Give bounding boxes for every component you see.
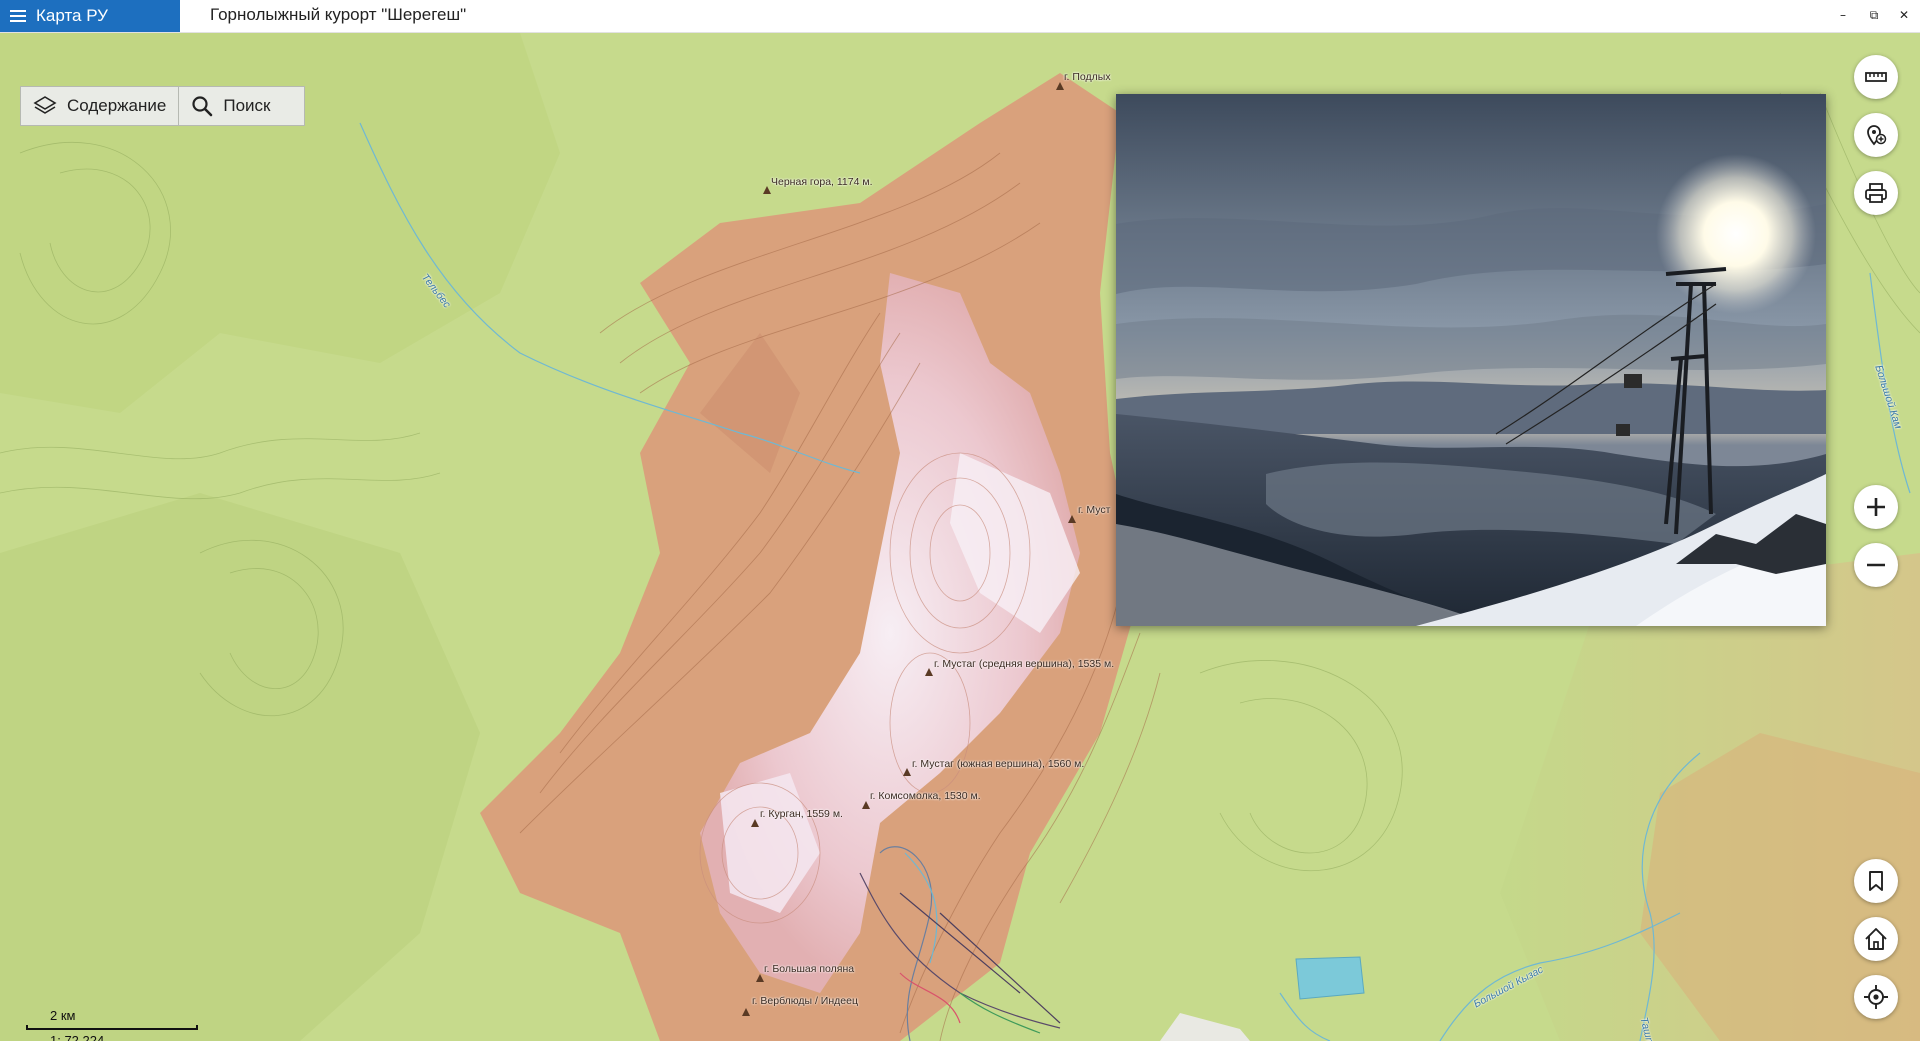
- app-name: Карта РУ: [36, 6, 108, 25]
- zoom-in-button[interactable]: [1854, 485, 1898, 529]
- scale-ratio: 1: 72,224: [50, 1033, 105, 1041]
- peak-marker: [862, 801, 870, 809]
- measure-button[interactable]: [1854, 55, 1898, 99]
- landscape-photo: [1116, 94, 1826, 626]
- home-button[interactable]: [1854, 917, 1898, 961]
- close-button[interactable]: ✕: [1893, 4, 1915, 26]
- locate-button[interactable]: [1854, 975, 1898, 1019]
- peak-marker: [1068, 515, 1076, 523]
- peak-label: г. Мустаг (южная вершина), 1560 м.: [912, 758, 1085, 770]
- map-view[interactable]: г. Подлых Черная гора, 1174 м. г. Муст г…: [0, 33, 1920, 1041]
- peak-label: г. Мустаг (средняя вершина), 1535 м.: [934, 658, 1115, 670]
- print-icon: [1865, 183, 1887, 203]
- print-button[interactable]: [1854, 171, 1898, 215]
- peak-label: Черная гора, 1174 м.: [771, 176, 873, 188]
- layers-icon: [33, 96, 57, 114]
- contents-button[interactable]: Содержание: [21, 87, 178, 125]
- restore-button[interactable]: ⧉: [1863, 4, 1885, 26]
- peak-marker: [1056, 82, 1064, 90]
- title-bar: Карта РУ Горнолыжный курорт "Шерегеш" – …: [0, 0, 1920, 33]
- search-icon: [192, 96, 213, 117]
- add-location-icon: [1867, 125, 1887, 146]
- app-menu-button[interactable]: Карта РУ: [0, 0, 180, 32]
- zoom-in-icon: [1867, 498, 1885, 516]
- hamburger-icon: [10, 10, 26, 22]
- search-label: Поиск: [223, 96, 271, 115]
- peak-label: г. Подлых: [1064, 71, 1111, 83]
- peak-label: г. Большая поляна: [764, 963, 855, 975]
- peak-marker: [756, 974, 764, 982]
- window-title: Горнолыжный курорт "Шерегеш": [210, 5, 467, 24]
- add-location-button[interactable]: [1854, 113, 1898, 157]
- peak-label: г. Комсомолка, 1530 м.: [870, 790, 981, 802]
- ruler-icon: [1865, 72, 1887, 82]
- peak-label: г. Курган, 1559 м.: [760, 808, 843, 820]
- photo-popup[interactable]: [1116, 94, 1826, 626]
- scale-distance: 2 км: [50, 1008, 76, 1023]
- contents-label: Содержание: [67, 96, 167, 115]
- peak-marker: [742, 1008, 750, 1016]
- zoom-out-button[interactable]: [1854, 543, 1898, 587]
- locate-icon: [1864, 985, 1888, 1009]
- peak-marker: [903, 768, 911, 776]
- search-button[interactable]: Поиск: [178, 87, 304, 125]
- peak-label: г. Муст: [1078, 504, 1111, 516]
- bookmark-button[interactable]: [1854, 859, 1898, 903]
- home-icon: [1865, 928, 1887, 950]
- peak-marker: [751, 819, 759, 827]
- peak-marker: [925, 668, 933, 676]
- peak-marker: [763, 186, 771, 194]
- zoom-out-icon: [1867, 563, 1885, 567]
- peak-label: г. Верблюды / Индеец: [752, 995, 858, 1007]
- scale-bar: 2 км 1: 72,224: [26, 1008, 198, 1041]
- bookmark-icon: [1869, 871, 1883, 891]
- minimize-button[interactable]: –: [1832, 4, 1854, 26]
- map-toolbar: Содержание Поиск: [20, 86, 306, 126]
- scale-line: [26, 1025, 198, 1030]
